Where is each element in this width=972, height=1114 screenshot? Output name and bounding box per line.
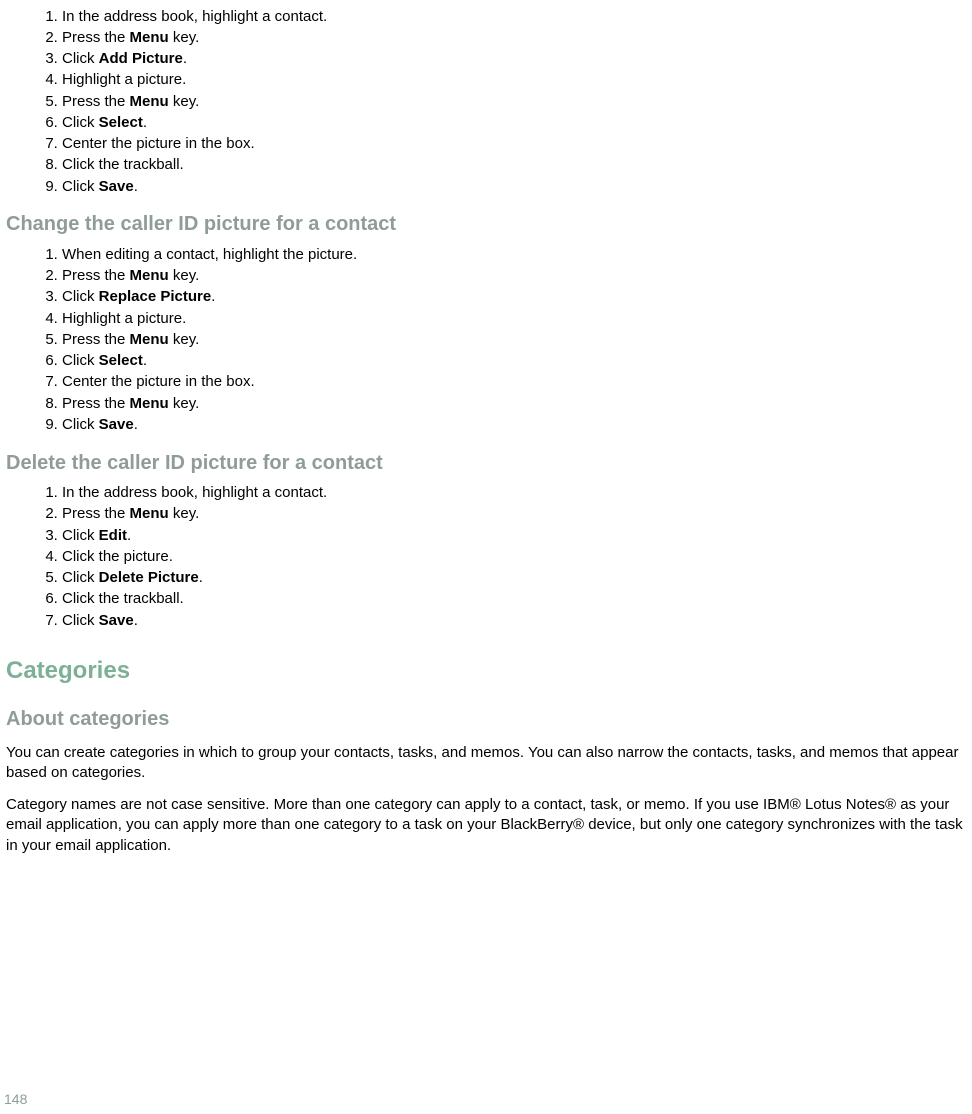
step-item: Press the Menu key. xyxy=(62,393,966,414)
step-item: Click the trackball. xyxy=(62,589,966,610)
step-item: Highlight a picture. xyxy=(62,308,966,329)
step-text-pre: Click xyxy=(62,178,99,195)
step-text-pre: Center the picture in the box. xyxy=(62,135,255,152)
step-text-pre: Click the trackball. xyxy=(62,590,184,607)
step-item: Click Replace Picture. xyxy=(62,287,966,308)
step-text-pre: Highlight a picture. xyxy=(62,71,186,88)
step-item: Highlight a picture. xyxy=(62,70,966,91)
step-item: Click Delete Picture. xyxy=(62,568,966,589)
step-text-pre: Click xyxy=(62,569,99,586)
step-text-bold: Menu xyxy=(130,29,169,46)
heading-about-categories: About categories xyxy=(6,706,966,733)
step-text-bold: Menu xyxy=(130,267,169,284)
step-text-bold: Menu xyxy=(130,331,169,348)
step-text-bold: Edit xyxy=(99,527,127,544)
step-item: Click the trackball. xyxy=(62,155,966,176)
step-text-bold: Add Picture xyxy=(99,50,183,67)
step-text-pre: Click xyxy=(62,416,99,433)
step-text-bold: Save xyxy=(99,612,134,629)
step-item: When editing a contact, highlight the pi… xyxy=(62,244,966,265)
step-text-post: key. xyxy=(169,93,200,110)
add-picture-steps-list: In the address book, highlight a contact… xyxy=(6,6,966,197)
step-text-pre: Press the xyxy=(62,505,130,522)
step-text-post: . xyxy=(143,352,147,369)
step-text-post: . xyxy=(134,416,138,433)
step-item: Press the Menu key. xyxy=(62,329,966,350)
step-text-bold: Save xyxy=(99,416,134,433)
step-text-bold: Select xyxy=(99,114,143,131)
step-text-pre: When editing a contact, highlight the pi… xyxy=(62,246,357,263)
step-text-pre: Click xyxy=(62,50,99,67)
step-text-post: key. xyxy=(169,505,200,522)
step-text-pre: Click xyxy=(62,612,99,629)
step-item: Center the picture in the box. xyxy=(62,134,966,155)
step-text-pre: Press the xyxy=(62,267,130,284)
step-item: In the address book, highlight a contact… xyxy=(62,483,966,504)
step-text-post: . xyxy=(143,114,147,131)
step-text-bold: Save xyxy=(99,178,134,195)
step-item: Center the picture in the box. xyxy=(62,372,966,393)
step-item: Press the Menu key. xyxy=(62,27,966,48)
step-text-pre: In the address book, highlight a contact… xyxy=(62,8,327,25)
step-text-post: key. xyxy=(169,267,200,284)
step-text-bold: Delete Picture xyxy=(99,569,199,586)
step-item: Click Select. xyxy=(62,112,966,133)
step-text-pre: Click xyxy=(62,114,99,131)
step-text-pre: Click xyxy=(62,288,99,305)
step-text-post: . xyxy=(211,288,215,305)
step-text-post: . xyxy=(134,612,138,629)
step-text-pre: Press the xyxy=(62,395,130,412)
step-item: Click Save. xyxy=(62,610,966,631)
delete-picture-steps-list: In the address book, highlight a contact… xyxy=(6,483,966,632)
step-item: Press the Menu key. xyxy=(62,504,966,525)
step-item: Click the picture. xyxy=(62,546,966,567)
step-item: Click Add Picture. xyxy=(62,49,966,70)
page-number: 148 xyxy=(4,1090,27,1109)
step-item: Click Edit. xyxy=(62,525,966,546)
heading-change-picture: Change the caller ID picture for a conta… xyxy=(6,211,966,238)
step-text-pre: Press the xyxy=(62,29,130,46)
step-item: In the address book, highlight a contact… xyxy=(62,6,966,27)
step-text-bold: Replace Picture xyxy=(99,288,212,305)
step-text-post: key. xyxy=(169,395,200,412)
step-item: Click Select. xyxy=(62,351,966,372)
step-text-pre: Highlight a picture. xyxy=(62,310,186,327)
step-text-bold: Menu xyxy=(130,395,169,412)
step-text-post: key. xyxy=(169,29,200,46)
step-item: Press the Menu key. xyxy=(62,91,966,112)
step-text-pre: Click the trackball. xyxy=(62,156,184,173)
step-item: Click Save. xyxy=(62,176,966,197)
step-text-bold: Menu xyxy=(130,93,169,110)
heading-categories: Categories xyxy=(6,655,966,687)
step-text-post: . xyxy=(183,50,187,67)
step-text-post: . xyxy=(127,527,131,544)
step-text-pre: Center the picture in the box. xyxy=(62,373,255,390)
step-text-pre: Press the xyxy=(62,93,130,110)
step-text-pre: Click xyxy=(62,352,99,369)
step-text-post: . xyxy=(134,178,138,195)
step-text-pre: Click the picture. xyxy=(62,548,173,565)
step-item: Press the Menu key. xyxy=(62,266,966,287)
step-item: Click Save. xyxy=(62,414,966,435)
paragraph-about-categories-2: Category names are not case sensitive. M… xyxy=(6,795,966,856)
step-text-pre: Click xyxy=(62,527,99,544)
step-text-bold: Menu xyxy=(130,505,169,522)
step-text-post: key. xyxy=(169,331,200,348)
step-text-bold: Select xyxy=(99,352,143,369)
paragraph-about-categories-1: You can create categories in which to gr… xyxy=(6,743,966,784)
heading-delete-picture: Delete the caller ID picture for a conta… xyxy=(6,450,966,477)
change-picture-steps-list: When editing a contact, highlight the pi… xyxy=(6,244,966,435)
step-text-pre: Press the xyxy=(62,331,130,348)
step-text-pre: In the address book, highlight a contact… xyxy=(62,484,327,501)
step-text-post: . xyxy=(199,569,203,586)
